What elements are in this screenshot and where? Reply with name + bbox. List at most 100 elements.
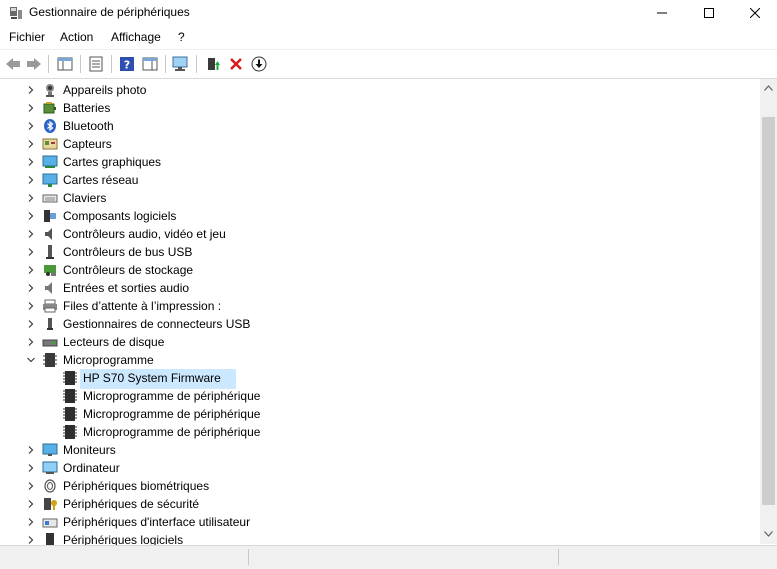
- chevron-right-icon[interactable]: [26, 481, 36, 491]
- tree-child-item[interactable]: HP S70 System Firmware: [0, 369, 760, 389]
- toolbar-separator: [48, 55, 49, 73]
- audio-video-icon: [45, 228, 52, 240]
- help-icon: ?: [120, 57, 134, 72]
- menu-action[interactable]: Action: [60, 30, 93, 44]
- security-device-icon: [44, 498, 57, 510]
- chevron-right-icon[interactable]: [26, 157, 36, 167]
- forward-button[interactable]: [24, 54, 44, 74]
- tree-child-item[interactable]: Microprogramme de périphérique: [0, 423, 760, 441]
- tree-child-item[interactable]: Microprogramme de périphérique: [0, 405, 760, 423]
- tree-category-item[interactable]: Microprogramme: [0, 351, 760, 369]
- camera-icon: [46, 84, 54, 97]
- vertical-scrollbar[interactable]: [760, 79, 777, 544]
- tree-category-item[interactable]: Appareils photo: [0, 81, 760, 99]
- tree-category-item[interactable]: Périphériques d'interface utilisateur: [0, 513, 760, 531]
- firmware-chip-icon: [63, 371, 77, 385]
- chevron-right-icon[interactable]: [26, 85, 36, 95]
- tree-category-item[interactable]: Bluetooth: [0, 117, 760, 135]
- tree-category-item[interactable]: Contrôleurs audio, vidéo et jeu: [0, 225, 760, 243]
- tree-item-label: Appareils photo: [63, 83, 147, 97]
- toolbar-separator: [165, 55, 166, 73]
- tree-category-item[interactable]: Lecteurs de disque: [0, 333, 760, 351]
- tree-child-item[interactable]: Microprogramme de périphérique: [0, 387, 760, 405]
- tree-category-item[interactable]: Cartes réseau: [0, 171, 760, 189]
- maximize-button[interactable]: [686, 0, 732, 26]
- window-title: Gestionnaire de périphériques: [29, 5, 190, 19]
- chevron-right-icon[interactable]: [26, 283, 36, 293]
- chevron-right-icon[interactable]: [26, 139, 36, 149]
- tree-item-label: Gestionnaires de connecteurs USB: [63, 317, 251, 331]
- tree-item-label: Microprogramme: [63, 353, 154, 367]
- battery-icon: [43, 102, 56, 114]
- minimize-icon: [657, 12, 667, 14]
- chevron-right-icon[interactable]: [26, 175, 36, 185]
- chevron-right-icon[interactable]: [26, 229, 36, 239]
- uninstall-device-button[interactable]: [226, 54, 246, 74]
- chevron-right-icon[interactable]: [26, 319, 36, 329]
- print-queue-icon: [43, 299, 57, 313]
- tree-category-item[interactable]: Cartes graphiques: [0, 153, 760, 171]
- biometric-icon: [44, 479, 56, 493]
- update-driver-icon: [208, 58, 220, 70]
- tree-item-label: Cartes graphiques: [63, 155, 162, 169]
- chevron-down-icon[interactable]: [26, 355, 36, 365]
- scan-hardware-button[interactable]: [171, 54, 191, 74]
- action-pane-button[interactable]: [140, 54, 160, 74]
- tree-category-item[interactable]: Périphériques de sécurité: [0, 495, 760, 513]
- toolbar-separator: [111, 55, 112, 73]
- tree-category-item[interactable]: Capteurs: [0, 135, 760, 153]
- tree-item-label: HP S70 System Firmware: [83, 371, 221, 385]
- update-driver-button[interactable]: [203, 54, 223, 74]
- chevron-right-icon[interactable]: [26, 121, 36, 131]
- monitor-icon: [42, 443, 58, 456]
- tree-category-item[interactable]: Composants logiciels: [0, 207, 760, 225]
- firmware-chip-icon: [63, 389, 77, 403]
- tree-item-label: Moniteurs: [63, 443, 116, 457]
- chevron-right-icon[interactable]: [26, 499, 36, 509]
- tree-category-item[interactable]: Contrôleurs de bus USB: [0, 243, 760, 261]
- close-icon: [750, 8, 760, 18]
- sensor-icon: [42, 138, 58, 150]
- chevron-right-icon[interactable]: [26, 103, 36, 113]
- menu-fichier[interactable]: Fichier: [9, 30, 45, 44]
- tree-category-item[interactable]: Périphériques biométriques: [0, 477, 760, 495]
- tree-category-item[interactable]: Claviers: [0, 189, 760, 207]
- tree-category-item[interactable]: Contrôleurs de stockage: [0, 261, 760, 279]
- chevron-right-icon[interactable]: [26, 193, 36, 203]
- disable-device-button[interactable]: [249, 54, 269, 74]
- show-hide-console-tree-button[interactable]: [55, 54, 75, 74]
- keyboard-icon: [42, 194, 58, 203]
- tree-item-label: Microprogramme de périphérique: [83, 407, 261, 421]
- display-adapter-icon: [42, 155, 58, 168]
- chevron-right-icon[interactable]: [26, 211, 36, 221]
- chevron-right-icon[interactable]: [26, 463, 36, 473]
- close-button[interactable]: [732, 0, 777, 26]
- chevron-right-icon[interactable]: [26, 445, 36, 455]
- status-divider: [248, 549, 249, 565]
- software-component-icon: [44, 210, 56, 222]
- tree-category-item[interactable]: Gestionnaires de connecteurs USB: [0, 315, 760, 333]
- tree-category-item[interactable]: Moniteurs: [0, 441, 760, 459]
- tree-item-label: Périphériques d'interface utilisateur: [63, 515, 251, 529]
- chevron-right-icon[interactable]: [26, 535, 36, 545]
- menu-affichage[interactable]: Affichage: [111, 30, 161, 44]
- menu-help[interactable]: ?: [178, 30, 185, 44]
- tree-category-item[interactable]: Périphériques logiciels: [0, 531, 760, 545]
- forward-arrow-icon: [27, 58, 41, 70]
- scrollbar-thumb[interactable]: [762, 117, 775, 505]
- chevron-right-icon[interactable]: [26, 517, 36, 527]
- chevron-right-icon[interactable]: [26, 247, 36, 257]
- tree-category-item[interactable]: Ordinateur: [0, 459, 760, 477]
- properties-icon: [89, 56, 103, 72]
- help-button[interactable]: ?: [117, 54, 137, 74]
- tree-category-item[interactable]: Batteries: [0, 99, 760, 117]
- chevron-right-icon[interactable]: [26, 301, 36, 311]
- chevron-right-icon[interactable]: [26, 337, 36, 347]
- chevron-right-icon[interactable]: [26, 265, 36, 275]
- tree-category-item[interactable]: Entrées et sorties audio: [0, 279, 760, 297]
- minimize-button[interactable]: [639, 0, 685, 26]
- tree-item-label: Périphériques biométriques: [63, 479, 210, 493]
- properties-button[interactable]: [86, 54, 106, 74]
- tree-category-item[interactable]: Files d’attente à l’impression :: [0, 297, 760, 315]
- back-button[interactable]: [3, 54, 23, 74]
